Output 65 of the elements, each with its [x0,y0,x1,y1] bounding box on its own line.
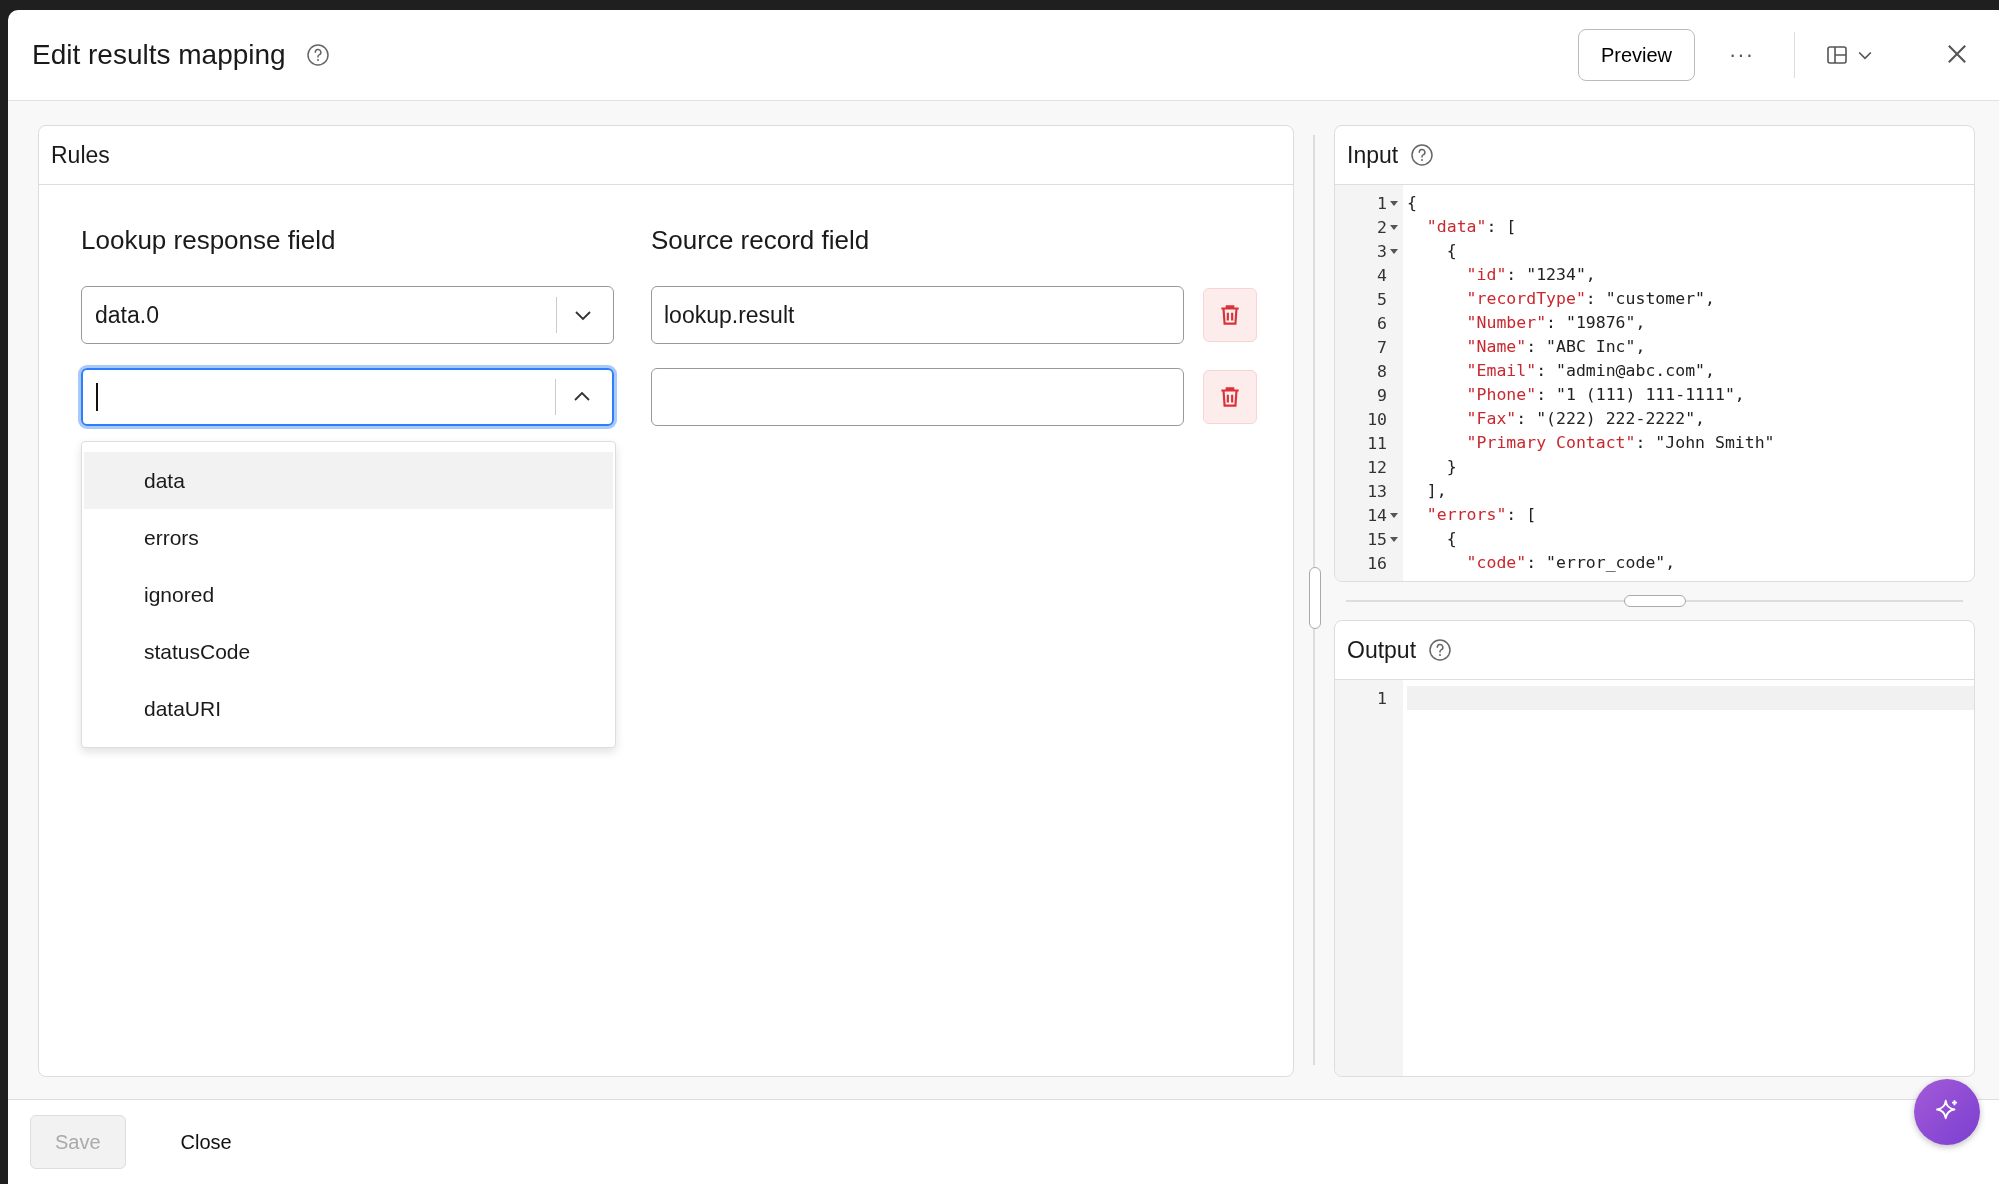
fold-arrow-icon[interactable] [1389,247,1399,255]
delete-button[interactable] [1203,370,1257,424]
more-button[interactable]: ··· [1715,42,1768,68]
line-number: 14 [1367,505,1387,525]
line-number: 6 [1377,313,1387,333]
panel-title: Input [1347,141,1399,169]
lookup-select[interactable]: data.0 [81,286,614,344]
footer-button[interactable]: Close [155,1115,257,1169]
dropdown-option[interactable]: ignored [84,566,613,623]
line-number: 1 [1377,688,1387,708]
fold-arrow-icon[interactable] [1389,535,1399,543]
column-label: Source record field [651,225,871,256]
dropdown-option[interactable]: statusCode [84,623,613,680]
code-line: "data": [ [1425,216,1518,238]
fold-arrow-icon[interactable] [1389,199,1399,207]
line-number: 7 [1377,337,1387,357]
line-number: 15 [1367,529,1387,549]
line-number: 12 [1367,457,1387,477]
help-icon[interactable] [1410,143,1435,167]
source-field[interactable]: lookup.result [651,286,1184,344]
line-number: 5 [1377,289,1387,309]
dropdown-option[interactable]: dataURI [84,680,613,737]
code-line: { [1407,192,1418,214]
code-line: { [1445,528,1458,550]
line-number: 4 [1377,265,1387,285]
code-line: "Fax": "(222) 222-2222", [1465,408,1707,430]
column-label: Lookup response field [81,225,337,256]
resize-handle[interactable] [1309,567,1321,629]
dropdown-option[interactable]: data [84,452,613,509]
code-line: "recordType": "customer", [1465,288,1716,310]
panel-title: Output [1347,636,1417,664]
sparkle-button[interactable] [1914,1079,1980,1145]
dropdown-option[interactable]: errors [84,509,613,566]
dialog-title: Edit results mapping [32,39,286,71]
line-number: 2 [1377,217,1387,237]
code-line: { [1445,240,1458,262]
line-number: 13 [1367,481,1387,501]
fold-arrow-icon[interactable] [1389,223,1399,231]
line-number: 10 [1367,409,1387,429]
code-line: "code": "error_code", [1465,552,1677,574]
preview-button[interactable]: Preview [1577,29,1695,81]
line-number: 11 [1367,433,1387,453]
delete-button[interactable] [1203,288,1257,342]
code-line: "Phone": "1 (111) 111-1111", [1465,384,1746,406]
code-line: } [1445,456,1458,478]
line-number: 1 [1377,193,1387,213]
lookup-select[interactable] [81,368,614,426]
line-number: 16 [1367,553,1387,573]
layout-icon [1825,43,1849,67]
line-number: 9 [1377,385,1387,405]
resize-handle[interactable] [1624,595,1686,607]
code-line: "Primary Contact": "John Smith" [1465,432,1776,454]
line-number: 3 [1377,241,1387,261]
code-line: "errors": [ [1425,504,1538,526]
code-line: "Number": "19876", [1465,312,1647,334]
code-line: ], [1425,480,1448,502]
code-line: "Name": "ABC Inc", [1465,336,1647,358]
fold-arrow-icon[interactable] [1389,511,1399,519]
code-line: "Email": "admin@abc.com", [1465,360,1716,382]
code-line: "id": "1234", [1465,264,1597,286]
help-icon[interactable] [1428,638,1453,662]
panel-title: Rules [51,141,110,169]
source-field[interactable] [651,368,1184,426]
help-icon[interactable] [305,43,330,67]
line-number: 8 [1377,361,1387,381]
